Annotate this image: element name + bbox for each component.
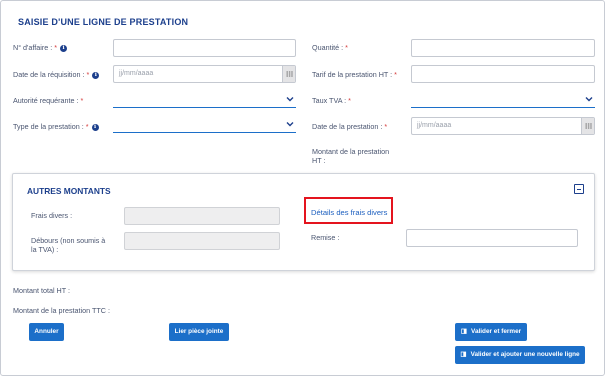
save-icon: ◨ — [460, 351, 467, 358]
info-icon[interactable]: i — [92, 71, 100, 79]
autres-montants-title: AUTRES MONTANTS — [27, 186, 111, 196]
tarif-ht-input[interactable] — [411, 65, 595, 83]
frais-divers-label: Frais divers : — [31, 211, 73, 220]
taux-tva-label: Taux TVA : * — [312, 96, 351, 105]
no-affaire-label: N° d'affaire : * i — [13, 43, 68, 52]
info-icon[interactable]: i — [91, 123, 99, 131]
highlight-box — [304, 197, 393, 224]
date-requisition-input[interactable]: jj/mm/aaaa — [113, 65, 296, 83]
frais-divers-input — [124, 207, 280, 225]
type-prestation-label: Type de la prestation : * i — [13, 122, 99, 131]
autorite-select[interactable] — [113, 92, 296, 108]
montant-ht-label: Montant de la prestation HT : — [312, 147, 390, 165]
chevron-down-icon — [585, 97, 593, 102]
date-prestation-input[interactable]: jj/mm/aaaa — [411, 117, 595, 135]
annuler-button[interactable]: Annuler — [29, 323, 64, 341]
tarif-ht-label: Tarif de la prestation HT : * — [312, 70, 397, 79]
type-prestation-select[interactable] — [113, 117, 296, 133]
modal-frame: SAISIE D'UNE LIGNE DE PRESTATION N° d'af… — [0, 0, 605, 376]
chevron-down-icon — [286, 97, 294, 102]
date-prestation-label: Date de la prestation : * — [312, 122, 388, 131]
debours-label: Débours (non soumis à la TVA) : — [31, 236, 106, 254]
debours-input — [124, 232, 280, 250]
taux-tva-select[interactable] — [411, 92, 595, 108]
save-icon: ◨ — [460, 328, 468, 335]
calendar-icon[interactable] — [282, 66, 295, 82]
montant-ttc-label: Montant de la prestation TTC : — [13, 306, 110, 315]
date-requisition-label: Date de la réquisition : * i — [13, 70, 100, 79]
lier-piece-jointe-button[interactable]: Lier pièce jointe — [169, 323, 229, 341]
quantite-input[interactable] — [411, 39, 595, 57]
collapse-icon[interactable] — [574, 184, 584, 194]
info-icon[interactable]: i — [60, 44, 68, 52]
calendar-icon[interactable] — [581, 118, 594, 134]
valider-fermer-button[interactable]: ◨ Valider et fermer — [455, 323, 527, 341]
remise-label: Remise : — [311, 233, 340, 242]
valider-ajouter-button[interactable]: ◨ Valider et ajouter une nouvelle ligne — [455, 346, 585, 364]
no-affaire-input[interactable] — [113, 39, 296, 57]
autres-montants-panel: AUTRES MONTANTS Frais divers : Détails d… — [12, 173, 595, 271]
chevron-down-icon — [286, 122, 294, 127]
remise-input[interactable] — [406, 229, 578, 247]
autorite-label: Autorité requérante : * — [13, 96, 84, 105]
form-title: SAISIE D'UNE LIGNE DE PRESTATION — [18, 17, 189, 27]
quantite-label: Quantité : * — [312, 43, 348, 52]
montant-total-ht-label: Montant total HT : — [13, 286, 70, 295]
